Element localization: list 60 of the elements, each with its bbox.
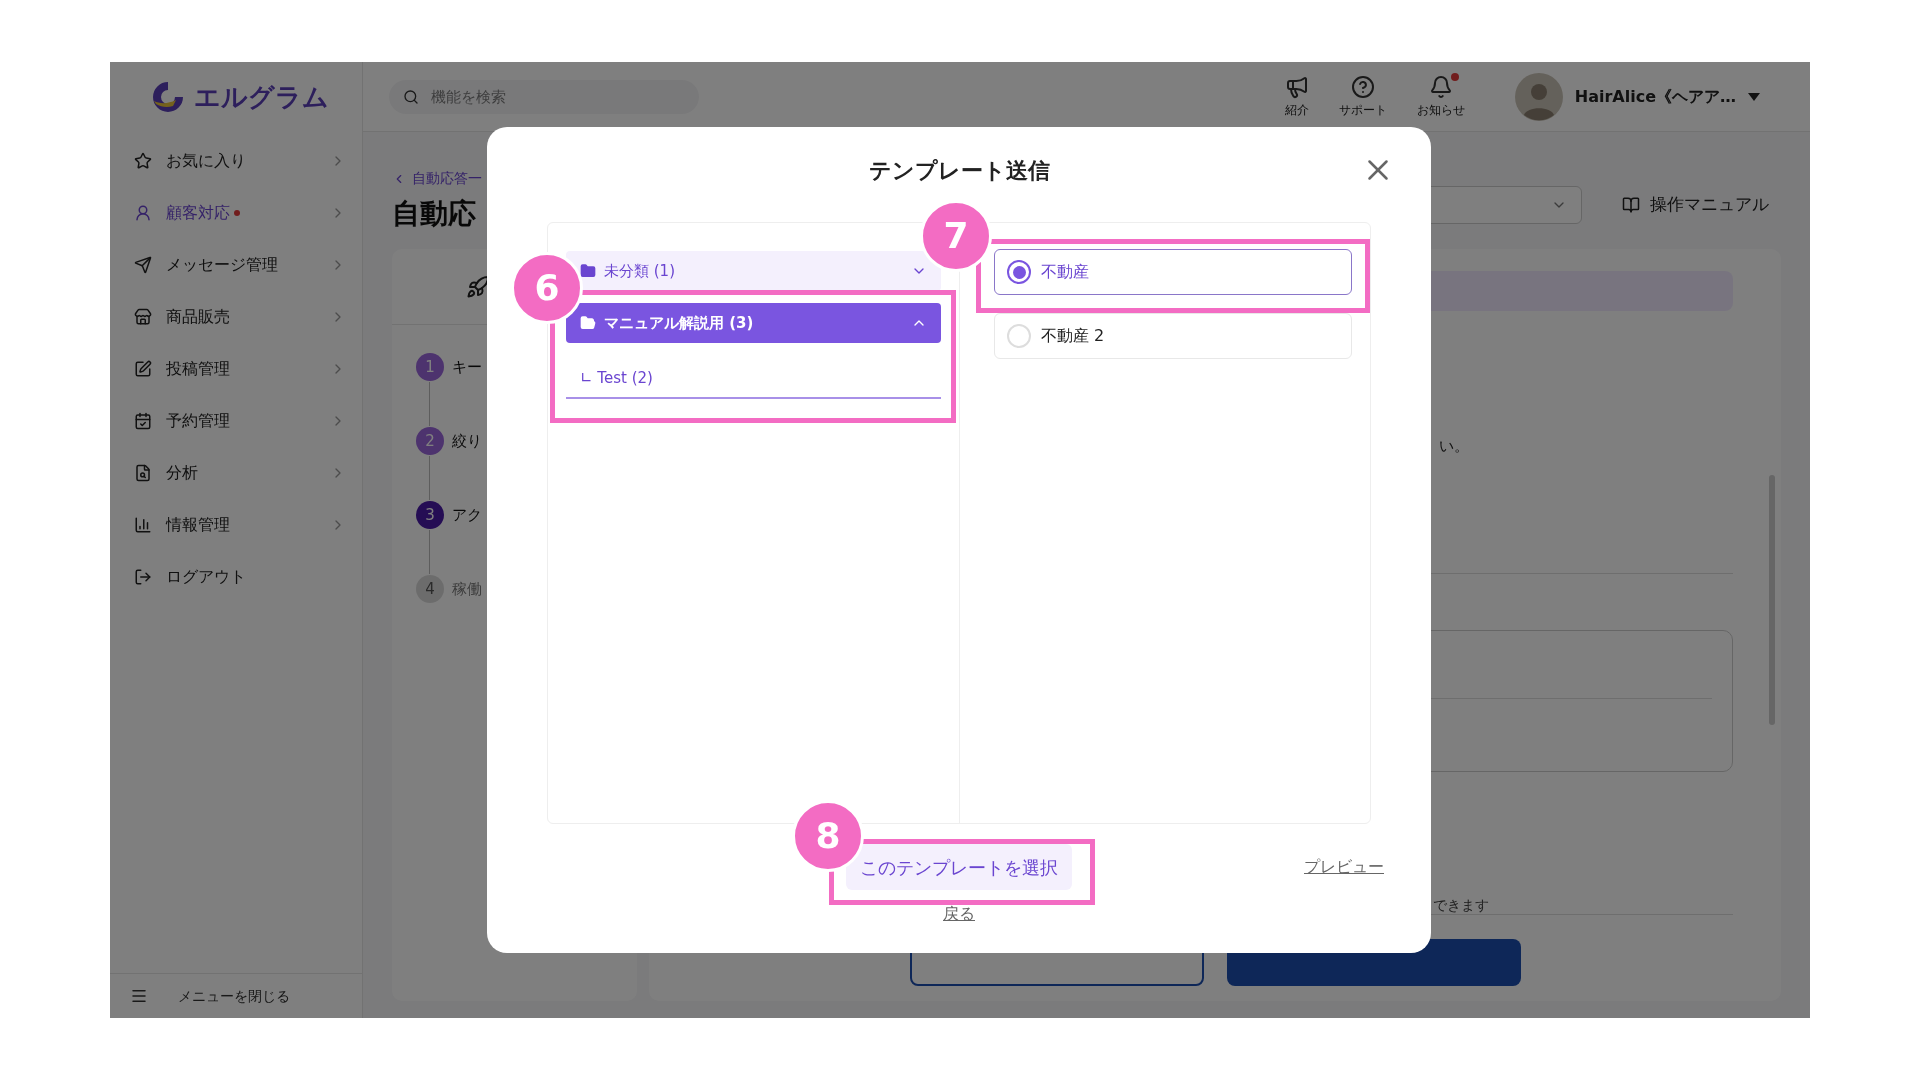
breadcrumb-link[interactable]: 自動応答一 <box>392 168 482 189</box>
menu-icon <box>130 987 148 1005</box>
nav-icon <box>134 516 152 534</box>
logo-icon <box>150 79 186 115</box>
nav-item[interactable]: 商品販売 <box>110 291 362 343</box>
nav-icon <box>134 204 152 222</box>
help-icon <box>1350 74 1375 99</box>
nav-icon <box>134 360 152 378</box>
step-label: アク <box>452 504 482 526</box>
description-text: い。 <box>1439 436 1470 457</box>
header-icon-button[interactable]: サポート <box>1338 74 1387 119</box>
nav-icon <box>134 256 152 274</box>
step-number: 4 <box>416 575 444 603</box>
nav-icon <box>134 568 152 586</box>
nav-item[interactable]: 予約管理 <box>110 395 362 447</box>
nav-item[interactable]: メッセージ管理 <box>110 239 362 291</box>
step-label: キー <box>452 356 482 378</box>
collapse-menu-link[interactable]: メニューを閉じる <box>178 985 290 1007</box>
subfolder-item[interactable]: ∟ Test (2) <box>566 359 941 397</box>
folder-icon <box>580 315 596 331</box>
rocket-icon <box>466 274 490 299</box>
dialog-title: テンプレート送信 <box>868 156 1050 185</box>
book-icon <box>1622 196 1640 214</box>
step-number: 1 <box>416 353 444 381</box>
template-option[interactable]: 不動産 2 <box>994 313 1352 359</box>
preview-link[interactable]: プレビュー <box>1304 855 1384 879</box>
template-option[interactable]: 不動産 <box>994 249 1352 295</box>
select-template-button[interactable]: このテンプレートを選択 <box>846 844 1072 890</box>
avatar <box>1514 72 1563 121</box>
step-label: 稼働 <box>452 578 482 600</box>
nav-item[interactable]: ログアウト <box>110 551 362 603</box>
nav-icon <box>134 464 152 482</box>
search-icon <box>403 88 419 105</box>
bell-icon <box>1428 74 1453 99</box>
header-icon-button[interactable]: お知らせ <box>1416 74 1465 119</box>
header-icon-button[interactable]: 紹介 <box>1284 74 1309 119</box>
radio-button[interactable] <box>1007 260 1031 284</box>
nav-item[interactable]: 分析 <box>110 447 362 499</box>
folder-item[interactable]: マニュアル解説用 (3) <box>566 303 941 343</box>
step-number: 3 <box>416 501 444 529</box>
megaphone-icon <box>1284 74 1309 99</box>
step-label: 絞り <box>452 430 482 452</box>
search-field[interactable]: 機能を検索 <box>389 79 699 114</box>
user-name[interactable]: HairAlice《ヘアア… <box>1574 84 1736 109</box>
nav-icon <box>134 308 152 326</box>
nav-item[interactable]: 情報管理 <box>110 499 362 551</box>
back-link[interactable]: 戻る <box>943 902 975 926</box>
page-title: 自動応 <box>392 196 477 232</box>
nav-icon <box>134 412 152 430</box>
manual-link[interactable]: 操作マニュアル <box>1622 192 1781 218</box>
logo-text: エルグラム <box>194 80 329 114</box>
nav-item[interactable]: お気に入り <box>110 135 362 187</box>
step-number: 2 <box>416 427 444 455</box>
folder-item[interactable]: 未分類 (1) <box>566 251 941 291</box>
nav-icon <box>134 152 152 170</box>
folder-icon <box>580 263 596 279</box>
nav-item[interactable]: 顧客対応 <box>110 187 362 239</box>
caret-icon <box>1748 92 1760 101</box>
hint-text: できます <box>1433 897 1490 912</box>
nav-item[interactable]: 投稿管理 <box>110 343 362 395</box>
